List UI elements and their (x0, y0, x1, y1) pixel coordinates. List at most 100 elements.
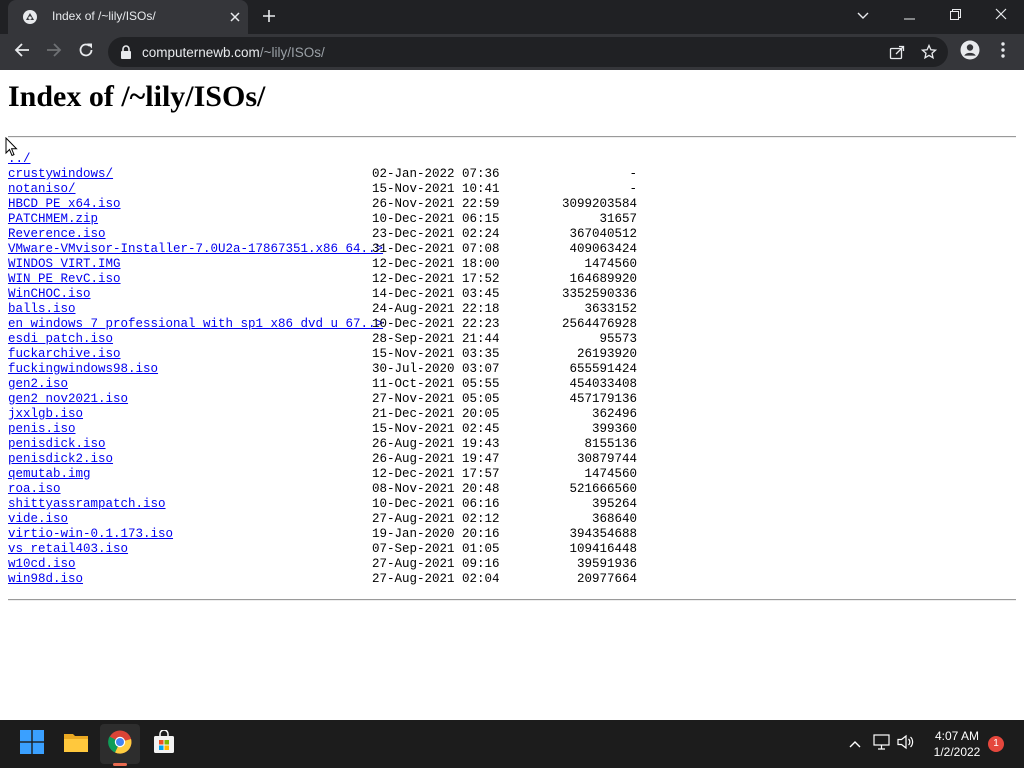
file-size: 26193920 (576, 347, 637, 361)
file-link[interactable]: w10cd.iso (8, 557, 76, 572)
table-row: WIN_PE_RevC.iso 12-Dec-2021 17:52 16468992… (8, 272, 648, 287)
table-row: penis.iso 15-Nov-2021 02:45 399360 (8, 422, 648, 437)
favicon-icon (22, 9, 38, 25)
store-button[interactable] (144, 724, 184, 764)
file-link[interactable]: penisdick.iso (8, 437, 106, 452)
clock-date: 1/2/2022 (933, 745, 981, 759)
file-link[interactable]: en_windows_7_professional_with_sp1_x86_d… (8, 317, 383, 332)
file-size: 31657 (599, 212, 637, 226)
table-row: penisdick2.iso 26-Aug-2021 19:47 30879744 (8, 452, 648, 467)
file-link[interactable]: balls.iso (8, 302, 76, 317)
file-date: 21-Dec-2021 20:05 (372, 407, 500, 421)
file-date: 10-Dec-2021 22:23 (372, 317, 500, 331)
restore-button[interactable] (932, 0, 978, 32)
file-link[interactable]: gen2_nov2021.iso (8, 392, 128, 407)
file-link[interactable]: jxxlgb.iso (8, 407, 83, 422)
file-link[interactable]: penisdick2.iso (8, 452, 113, 467)
file-link[interactable]: vide.iso (8, 512, 68, 527)
file-link[interactable]: fuckingwindows98.iso (8, 362, 158, 377)
file-link[interactable]: win98d.iso (8, 572, 83, 587)
new-tab-button[interactable] (258, 7, 280, 29)
tray-overflow-button[interactable] (845, 734, 865, 754)
file-link[interactable]: crustywindows/ (8, 167, 113, 182)
file-date: 30-Jul-2020 03:07 (372, 362, 500, 376)
taskbar-clock[interactable]: 4:07 AM 1/2/2022 (920, 728, 994, 760)
file-size: 164689920 (569, 272, 637, 286)
menu-button[interactable] (990, 39, 1016, 65)
file-explorer-icon (63, 731, 89, 758)
file-link[interactable]: PATCHMEM.zip (8, 212, 98, 227)
file-link[interactable]: shittyassrampatch.iso (8, 497, 166, 512)
file-link[interactable]: esdi_patch.iso (8, 332, 113, 347)
url-host: computernewb.com (142, 45, 260, 60)
table-row: penisdick.iso 26-Aug-2021 19:43 8155136 (8, 437, 648, 452)
table-row: qemutab.img 12-Dec-2021 17:57 1474560 (8, 467, 648, 482)
file-link[interactable]: fuckarchive.iso (8, 347, 121, 362)
file-link[interactable]: virtio-win-0.1.173.iso (8, 527, 173, 542)
file-date: 08-Nov-2021 20:48 (372, 482, 500, 496)
notification-badge[interactable]: 1 (988, 736, 1004, 752)
table-row: crustywindows/02-Jan-2022 07:36 - (8, 167, 648, 182)
menu-icon (1001, 41, 1005, 63)
file-date: 26-Aug-2021 19:43 (372, 437, 500, 451)
start-button[interactable] (12, 724, 52, 764)
address-bar[interactable]: computernewb.com/~lily/ISOs/ (108, 37, 948, 67)
file-size: 3352590336 (561, 287, 637, 301)
file-link[interactable]: roa.iso (8, 482, 61, 497)
minimize-button[interactable] (886, 0, 932, 32)
url-text[interactable]: computernewb.com/~lily/ISOs/ (142, 45, 325, 60)
file-explorer-button[interactable] (56, 724, 96, 764)
file-size: 39591936 (576, 557, 637, 571)
file-link[interactable]: Reverence.iso (8, 227, 106, 242)
file-link[interactable]: VMware-VMvisor-Installer-7.0U2a-17867351… (8, 242, 383, 257)
close-icon[interactable] (226, 8, 244, 26)
reload-button[interactable] (73, 39, 99, 65)
volume-icon (897, 734, 915, 755)
file-date: 15-Nov-2021 02:45 (372, 422, 500, 436)
share-icon[interactable] (888, 43, 906, 61)
chrome-button[interactable] (100, 724, 140, 764)
file-listing: ../ crustywindows/02-Jan-2022 07:36- nota… (8, 152, 648, 587)
file-link[interactable]: notaniso/ (8, 182, 76, 197)
file-link[interactable]: WINDOS_VIRT.IMG (8, 257, 121, 272)
chevron-down-icon (857, 7, 869, 25)
tab-strip: Index of /~lily/ISOs/ (0, 0, 1024, 34)
star-icon[interactable] (920, 43, 938, 61)
network-button[interactable] (872, 733, 892, 754)
table-row: fuckingwindows98.iso 30-Jul-2020 03:07 655… (8, 362, 648, 377)
store-icon (152, 728, 176, 759)
file-link[interactable]: gen2.iso (8, 377, 68, 392)
file-link[interactable]: HBCD_PE_x64.iso (8, 197, 121, 212)
table-row: WINDOS_VIRT.IMG 12-Dec-2021 18:00 1474560 (8, 257, 648, 272)
file-size: - (629, 167, 637, 181)
lock-icon[interactable] (120, 45, 132, 59)
file-link[interactable]: vs_retail403.iso (8, 542, 128, 557)
table-row: WinCHOC.iso 14-Dec-2021 03:45 3352590336 (8, 287, 648, 302)
chevron-up-icon (849, 735, 861, 753)
file-link[interactable]: penis.iso (8, 422, 76, 437)
tab-active[interactable]: Index of /~lily/ISOs/ (8, 0, 248, 34)
file-date: 26-Aug-2021 19:47 (372, 452, 500, 466)
volume-button[interactable] (896, 734, 916, 754)
file-link[interactable]: qemutab.img (8, 467, 91, 482)
forward-button[interactable] (41, 39, 67, 65)
table-row: jxxlgb.iso 21-Dec-2021 20:05 362496 (8, 407, 648, 422)
window-close-button[interactable] (978, 0, 1024, 32)
file-size: 399360 (591, 422, 637, 436)
profile-button[interactable] (957, 39, 983, 65)
file-date: 14-Dec-2021 03:45 (372, 287, 500, 301)
table-row: shittyassrampatch.iso 10-Dec-2021 06:16 39… (8, 497, 648, 512)
file-size: 8155136 (584, 437, 637, 451)
tab-search-button[interactable] (840, 0, 886, 32)
start-icon (20, 729, 44, 759)
file-date: 27-Nov-2021 05:05 (372, 392, 500, 406)
file-size: 2564476928 (561, 317, 637, 331)
table-row: esdi_patch.iso 28-Sep-2021 21:44 95573 (8, 332, 648, 347)
file-link[interactable]: WinCHOC.iso (8, 287, 91, 302)
active-app-indicator (113, 763, 127, 766)
file-date: 28-Sep-2021 21:44 (372, 332, 500, 346)
back-button[interactable] (9, 39, 35, 65)
file-size: 409063424 (569, 242, 637, 256)
file-link[interactable]: WIN_PE_RevC.iso (8, 272, 121, 287)
divider-bottom (8, 599, 1016, 601)
